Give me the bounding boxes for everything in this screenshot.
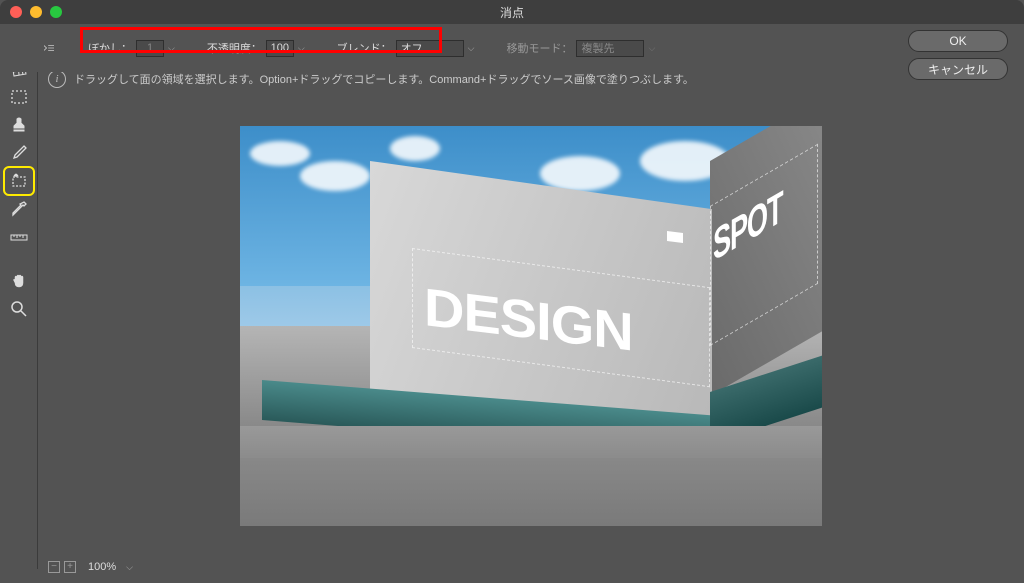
move-mode-label: 移動モード： [506, 40, 572, 56]
brush-tool[interactable] [7, 142, 31, 164]
dialog-buttons: OK キャンセル [908, 30, 1008, 80]
opacity-input[interactable] [266, 40, 294, 57]
menu-icon[interactable] [44, 43, 54, 53]
window-titlebar: 消点 [0, 0, 1024, 24]
status-bar: − + 100% ⌵ [38, 557, 1024, 577]
info-icon: i [48, 70, 66, 88]
traffic-lights [0, 6, 62, 18]
blend-label: ブレンド： [337, 40, 392, 56]
chevron-down-icon[interactable]: ⌵ [166, 43, 177, 54]
eyedropper-tool[interactable] [7, 198, 31, 220]
hint-text: ドラッグして面の領域を選択します。Option+ドラッグでコピーします。Comm… [74, 71, 694, 87]
tool-sidebar [0, 24, 38, 569]
opacity-label: 不透明度： [207, 40, 262, 56]
hand-tool[interactable] [7, 270, 31, 292]
zoom-value[interactable]: 100% [88, 561, 116, 573]
chevron-down-icon[interactable]: ⌵ [466, 43, 477, 54]
transform-tool[interactable] [7, 170, 31, 192]
blend-select[interactable] [396, 40, 464, 57]
blur-option: ぼかし： ⌵ [88, 40, 177, 57]
minimize-window-button[interactable] [30, 6, 42, 18]
zoom-tool[interactable] [7, 298, 31, 320]
chevron-down-icon[interactable]: ⌵ [124, 562, 135, 573]
stamp-tool[interactable] [7, 114, 31, 136]
canvas-viewport[interactable]: DESIGN SPOT [38, 88, 1024, 553]
opacity-option: 不透明度： ⌵ [207, 40, 307, 57]
ok-button[interactable]: OK [908, 30, 1008, 52]
cancel-button[interactable]: キャンセル [908, 58, 1008, 80]
move-mode-select [576, 40, 644, 57]
window-title: 消点 [500, 4, 524, 21]
maximize-window-button[interactable] [50, 6, 62, 18]
close-window-button[interactable] [10, 6, 22, 18]
zoom-out-button[interactable]: − [48, 561, 60, 573]
hint-bar: i ドラッグして面の領域を選択します。Option+ドラッグでコピーします。Co… [0, 70, 1024, 88]
marquee-tool[interactable] [7, 86, 31, 108]
move-mode-option: 移動モード： ⌵ [506, 40, 657, 57]
measure-tool[interactable] [7, 226, 31, 248]
canvas-image[interactable]: DESIGN SPOT [240, 126, 822, 526]
chevron-down-icon: ⌵ [646, 43, 657, 54]
blur-label: ぼかし： [88, 40, 132, 56]
zoom-in-button[interactable]: + [64, 561, 76, 573]
blur-input[interactable] [136, 40, 164, 57]
chevron-down-icon[interactable]: ⌵ [296, 43, 307, 54]
options-bar: ぼかし： ⌵ 不透明度： ⌵ ブレンド： ⌵ 移動モード： ⌵ [0, 24, 1024, 72]
blend-option: ブレンド： ⌵ [337, 40, 477, 57]
